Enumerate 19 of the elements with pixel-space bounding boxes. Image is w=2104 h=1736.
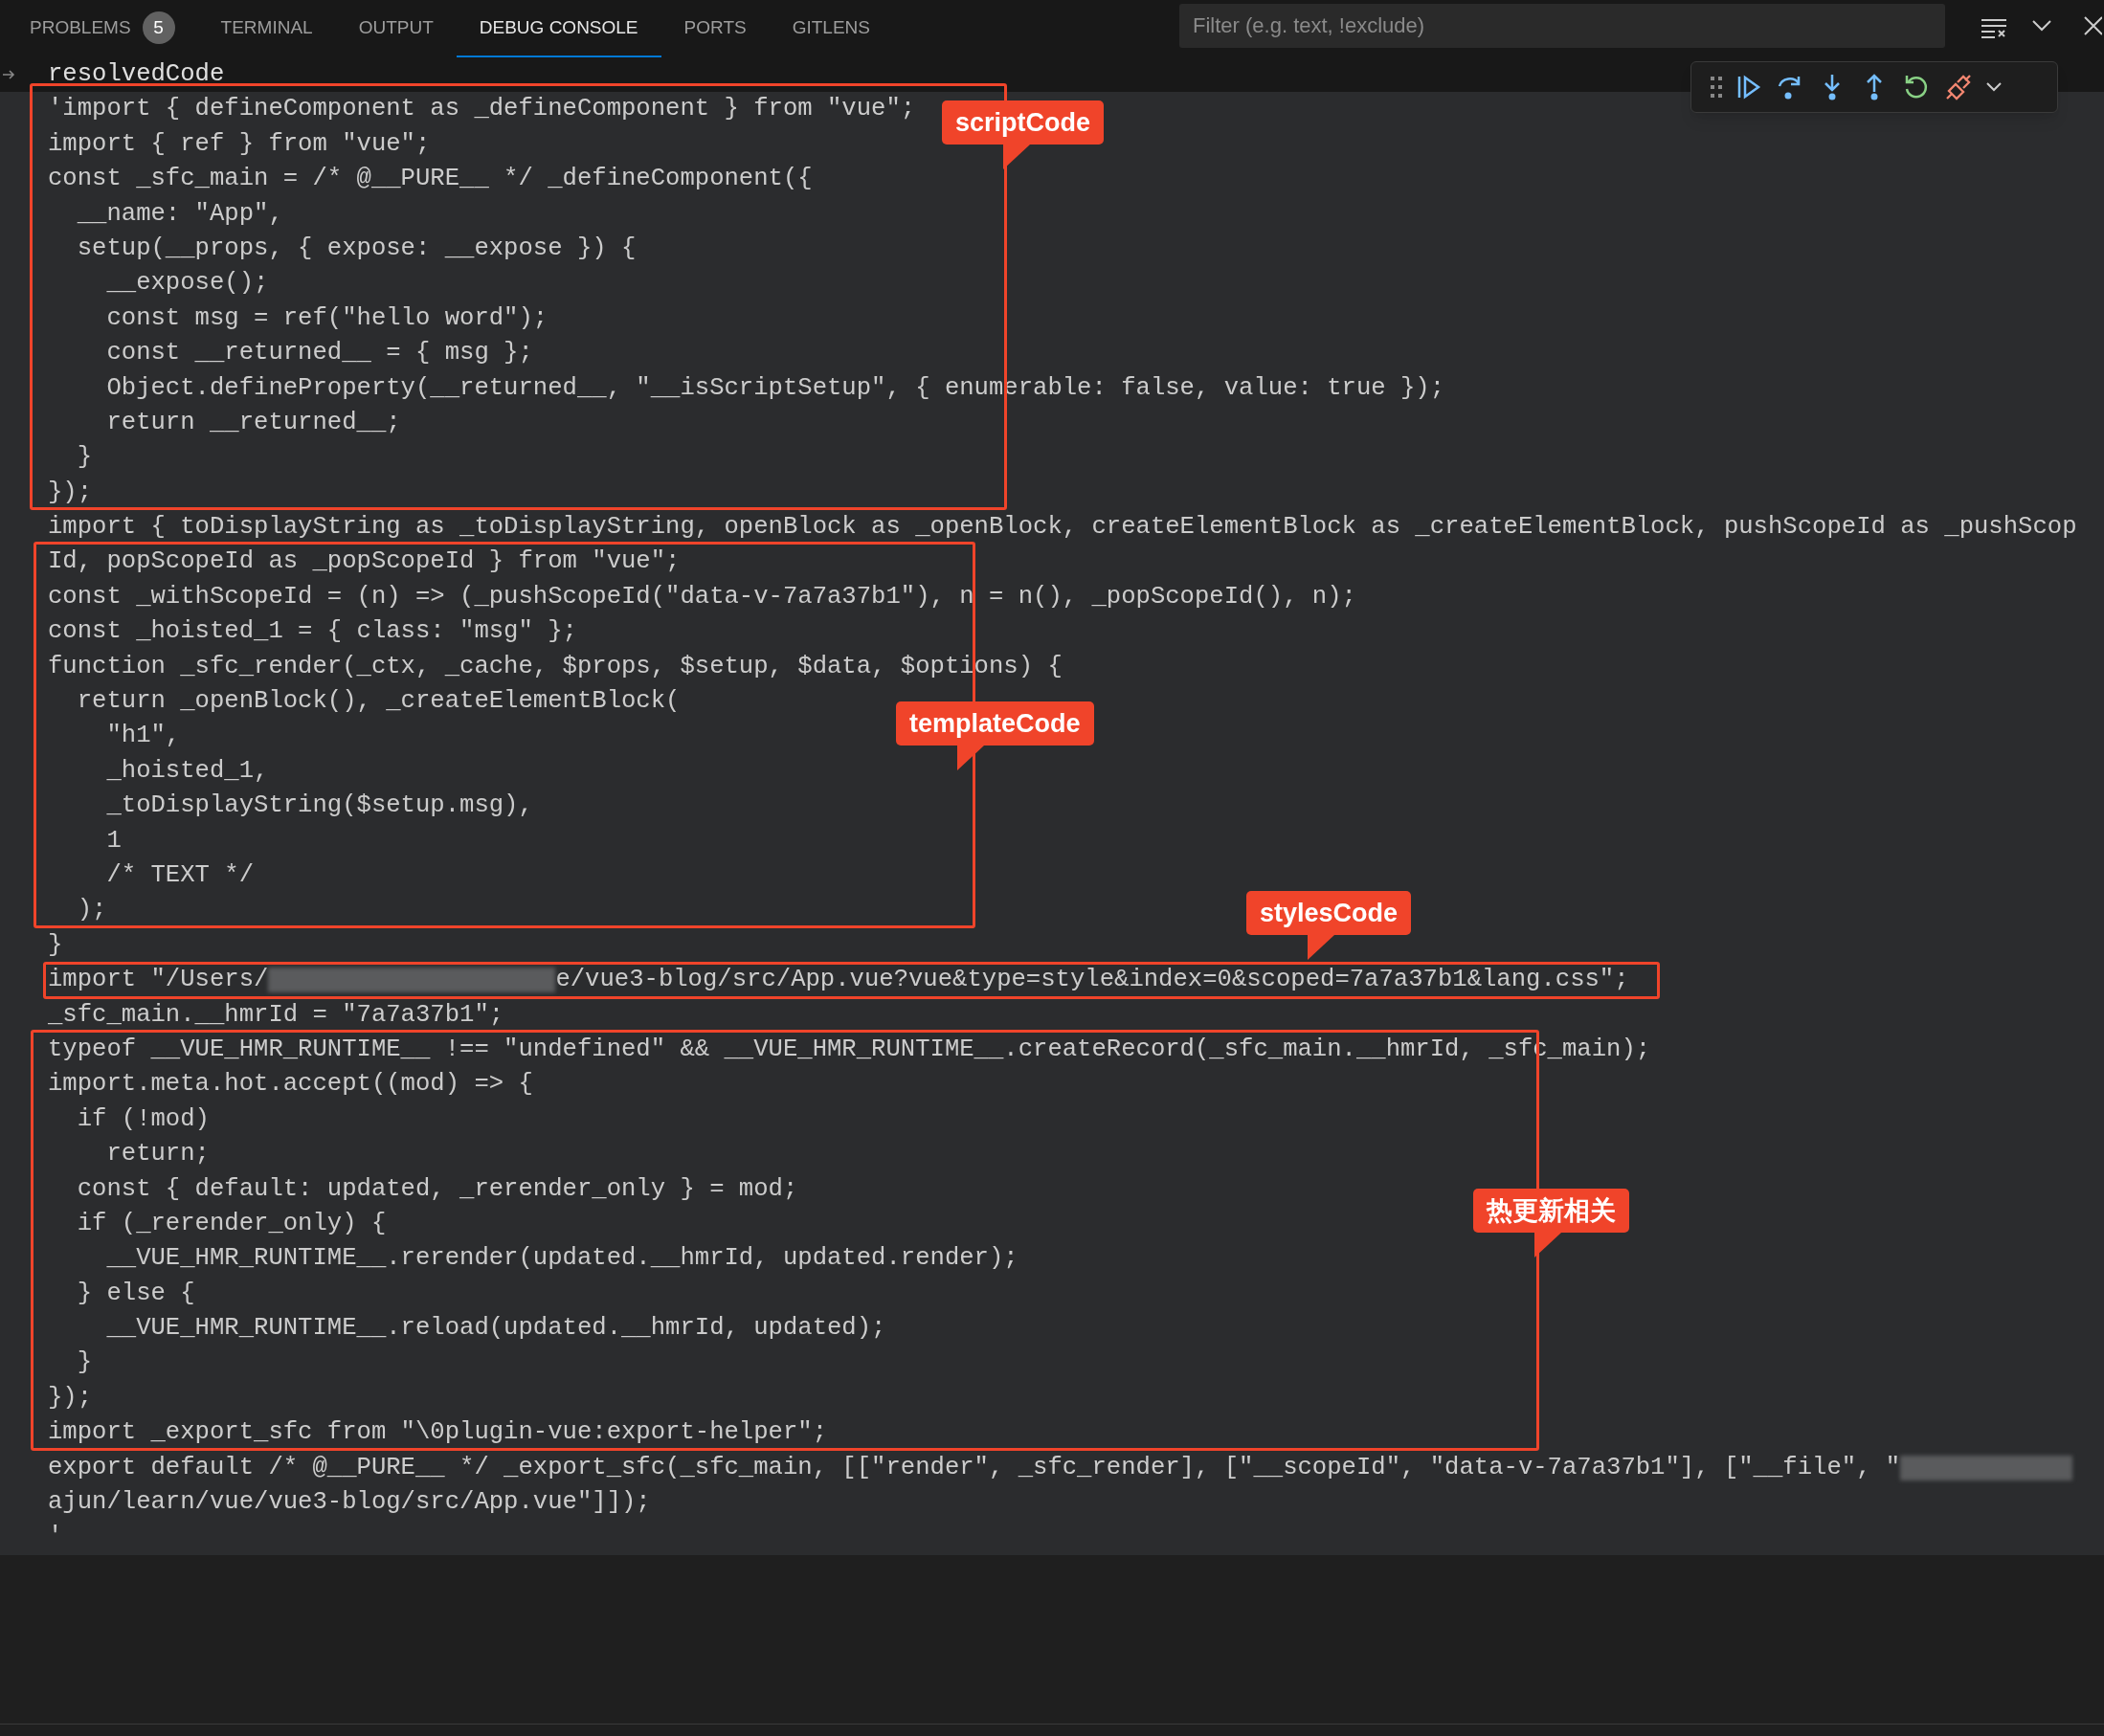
expression-text: resolvedCode <box>48 59 225 90</box>
plug-icon[interactable] <box>1944 73 1973 101</box>
code-text: e/vue3-blog/src/App.vue?vue&type=style&index=0&scoped=7a7a37b1&lang.css"; <box>555 967 1629 994</box>
filter-field[interactable]: Filter (e.g. text, !exclude) <box>1179 4 1945 48</box>
code-text: export default /* @__PURE__ */ _export_sfc(_sfc_main, [["render", _sfc_render], ["__scopeId", "data-v-7a7a37b1"], ["__file", " <box>48 1454 1901 1481</box>
filter-list-icon[interactable] <box>1980 16 2008 39</box>
panel-tab[interactable]: GITLENS <box>769 0 893 57</box>
panel-tab[interactable]: OUTPUT <box>335 0 457 57</box>
code-text: import "/Users/ <box>48 967 269 994</box>
chevron-down-icon[interactable] <box>1986 82 2002 92</box>
continue-icon[interactable] <box>1735 74 1762 100</box>
panel-tab[interactable]: PROBLEMS 5 <box>7 0 198 57</box>
drag-handle-icon[interactable] <box>1711 77 1722 98</box>
arrow-right-icon <box>2 69 15 81</box>
close-icon[interactable] <box>2083 15 2102 36</box>
chevron-down-icon[interactable] <box>2031 19 2052 33</box>
panel-tab[interactable]: PORTS <box>660 0 770 57</box>
count-badge: 5 <box>142 11 175 44</box>
panel-tab[interactable]: TERMINAL <box>197 0 336 57</box>
